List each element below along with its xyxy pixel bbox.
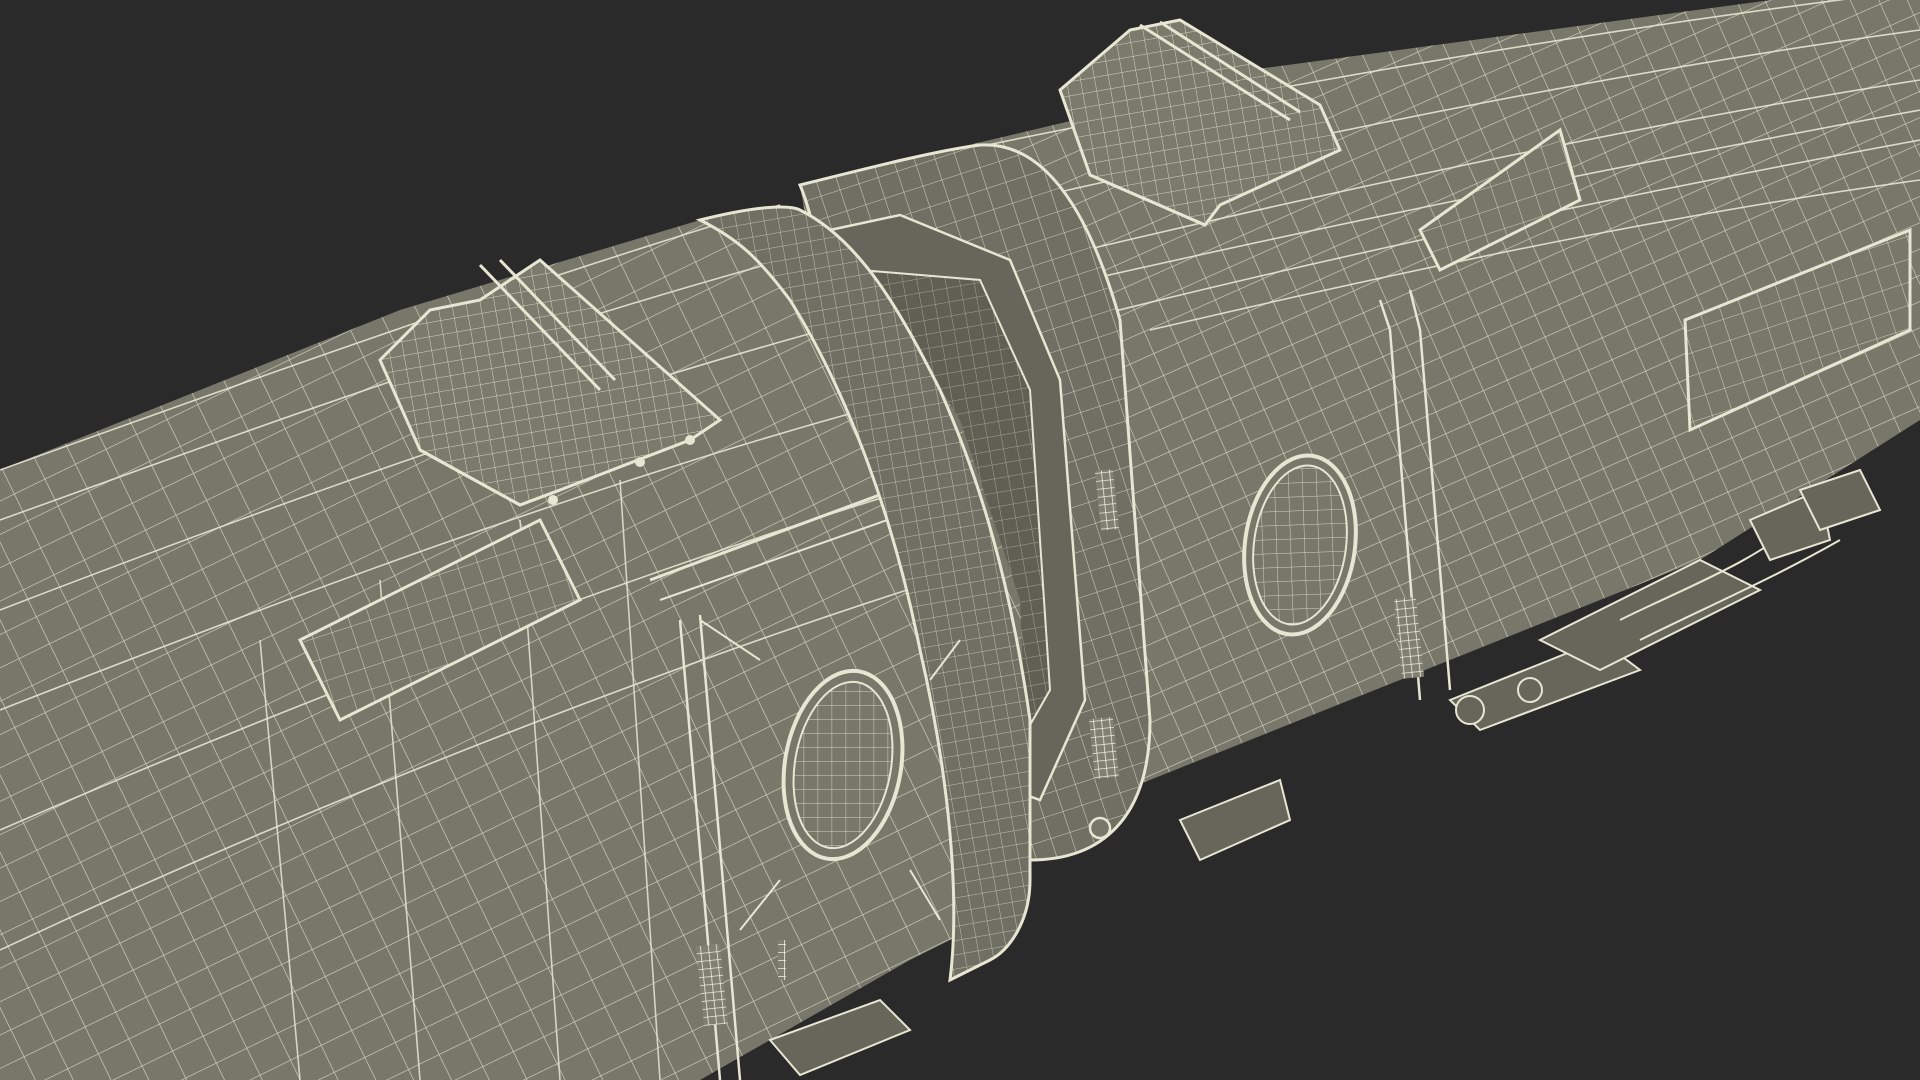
wireframe-render (0, 0, 1920, 1080)
render-viewport (0, 0, 1920, 1080)
